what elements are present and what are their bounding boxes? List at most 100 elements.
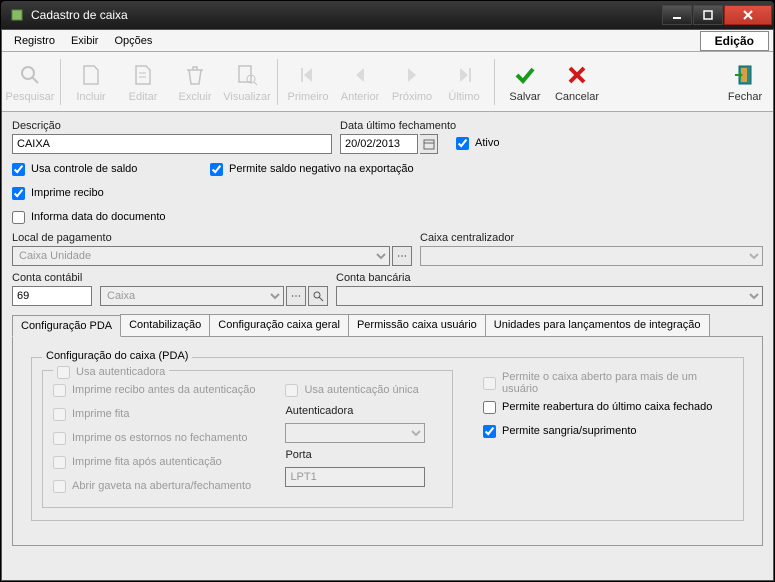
descricao-input[interactable]	[12, 134, 332, 154]
door-icon	[731, 61, 759, 89]
permite-reabertura-checkbox[interactable]	[483, 401, 496, 414]
menu-registro[interactable]: Registro	[6, 32, 63, 50]
edit-icon	[129, 61, 157, 89]
close-button[interactable]	[724, 5, 772, 25]
anterior-button[interactable]: Anterior	[334, 54, 386, 110]
porta-label: Porta	[285, 449, 425, 461]
tabs: Configuração PDA Contabilização Configur…	[12, 314, 763, 337]
caixa-central-label: Caixa centralizador	[420, 232, 763, 244]
tbtn-label: Anterior	[341, 91, 380, 103]
calendar-icon	[423, 138, 435, 150]
usa-autenticadora-label: Usa autenticadora	[76, 366, 165, 378]
data-ult-input[interactable]	[340, 134, 418, 154]
permite-reabertura-label: Permite reabertura do último caixa fecha…	[502, 401, 712, 413]
permite-saldo-neg-checkbox[interactable]	[210, 163, 223, 176]
permite-caixa-aberto-label: Permite o caixa aberto para mais de um u…	[502, 371, 733, 395]
conta-contabil-label: Conta contábil	[12, 272, 92, 284]
imprime-recibo-checkbox[interactable]	[12, 187, 25, 200]
informa-data-doc-checkbox[interactable]	[12, 211, 25, 224]
tab-unidades-integracao[interactable]: Unidades para lançamentos de integração	[485, 314, 710, 336]
new-doc-icon	[77, 61, 105, 89]
permite-sangria-checkbox[interactable]	[483, 425, 496, 438]
tab-permissao-caixa-usuario[interactable]: Permissão caixa usuário	[348, 314, 486, 336]
ultimo-button[interactable]: Último	[438, 54, 490, 110]
autenticadora-label: Autenticadora	[285, 405, 425, 417]
tbtn-label: Último	[448, 91, 479, 103]
tbtn-label: Visualizar	[223, 91, 271, 103]
imprime-estornos-label: Imprime os estornos no fechamento	[72, 432, 247, 444]
conta-contabil-num-input[interactable]	[12, 286, 92, 306]
tab-config-caixa-geral[interactable]: Configuração caixa geral	[209, 314, 349, 336]
imprime-fita-label: Imprime fita	[72, 408, 129, 420]
usa-autenticadora-checkbox	[57, 366, 70, 379]
porta-input	[285, 467, 425, 487]
group-usa-autenticadora: Usa autenticadora Imprime recibo antes d…	[42, 370, 453, 508]
permite-saldo-neg-label: Permite saldo negativo na exportação	[229, 163, 414, 175]
fechar-button[interactable]: Fechar	[719, 54, 771, 110]
excluir-button[interactable]: Excluir	[169, 54, 221, 110]
search-icon	[16, 61, 44, 89]
search-small-icon	[312, 290, 324, 302]
cancelar-button[interactable]: Cancelar	[551, 54, 603, 110]
conta-contabil-search-button[interactable]	[308, 286, 328, 306]
tab-panel-config-pda: Configuração do caixa (PDA) Usa autentic…	[12, 337, 763, 546]
tbtn-label: Incluir	[76, 91, 105, 103]
tbtn-label: Cancelar	[555, 91, 599, 103]
last-icon	[450, 61, 478, 89]
permite-sangria-label: Permite sangria/suprimento	[502, 425, 637, 437]
maximize-button[interactable]	[693, 5, 723, 25]
conta-bancaria-select[interactable]	[336, 286, 763, 306]
imprime-fita-apos-label: Imprime fita após autenticação	[72, 456, 222, 468]
autenticadora-select	[285, 423, 425, 443]
conta-contabil-select[interactable]: Caixa	[100, 286, 284, 306]
minimize-button[interactable]	[662, 5, 692, 25]
primeiro-button[interactable]: Primeiro	[282, 54, 334, 110]
group-config-caixa-pda: Configuração do caixa (PDA) Usa autentic…	[31, 357, 744, 521]
pesquisar-button[interactable]: Pesquisar	[4, 54, 56, 110]
usa-aut-unica-checkbox	[285, 384, 298, 397]
tbtn-label: Pesquisar	[6, 91, 55, 103]
tbtn-label: Salvar	[509, 91, 540, 103]
salvar-button[interactable]: Salvar	[499, 54, 551, 110]
editar-button[interactable]: Editar	[117, 54, 169, 110]
menu-exibir[interactable]: Exibir	[63, 32, 107, 50]
proximo-button[interactable]: Próximo	[386, 54, 438, 110]
toolbar: Pesquisar Incluir Editar Excluir Visuali…	[2, 52, 773, 112]
x-icon	[563, 61, 591, 89]
tab-config-pda[interactable]: Configuração PDA	[12, 315, 121, 337]
informa-data-doc-label: Informa data do documento	[31, 211, 166, 223]
preview-icon	[233, 61, 261, 89]
tbtn-label: Excluir	[178, 91, 211, 103]
imprime-recibo-label: Imprime recibo	[31, 187, 104, 199]
conta-contabil-ellipsis-button[interactable]: ⋯	[286, 286, 306, 306]
usa-controle-saldo-checkbox[interactable]	[12, 163, 25, 176]
ativo-checkbox[interactable]	[456, 137, 469, 150]
titlebar: Cadastro de caixa	[1, 1, 774, 29]
tab-contabilizacao[interactable]: Contabilização	[120, 314, 210, 336]
checkmark-icon	[511, 61, 539, 89]
app-icon	[9, 7, 25, 23]
inner-group-title: Usa autenticadora	[53, 363, 169, 381]
form-area: Descrição Data último fechamento Ativo	[2, 112, 773, 580]
abrir-gaveta-label: Abrir gaveta na abertura/fechamento	[72, 480, 251, 492]
incluir-button[interactable]: Incluir	[65, 54, 117, 110]
date-picker-button[interactable]	[420, 134, 438, 154]
local-pag-ellipsis-button[interactable]: ⋯	[392, 246, 412, 266]
menubar: Registro Exibir Opções Edição	[2, 30, 773, 52]
first-icon	[294, 61, 322, 89]
caixa-central-select	[420, 246, 763, 266]
imprime-estornos-checkbox	[53, 432, 66, 445]
ativo-label: Ativo	[475, 137, 499, 149]
tbtn-label: Próximo	[392, 91, 432, 103]
local-pag-select[interactable]: Caixa Unidade	[12, 246, 390, 266]
usa-controle-saldo-label: Usa controle de saldo	[31, 163, 137, 175]
visualizar-button[interactable]: Visualizar	[221, 54, 273, 110]
prev-icon	[346, 61, 374, 89]
edicao-badge: Edição	[700, 31, 769, 51]
imprime-fita-apos-checkbox	[53, 456, 66, 469]
usa-aut-unica-label: Usa autenticação única	[304, 384, 418, 396]
abrir-gaveta-checkbox	[53, 480, 66, 493]
menu-opcoes[interactable]: Opções	[106, 32, 160, 50]
group-title: Configuração do caixa (PDA)	[42, 350, 192, 362]
tbtn-label: Editar	[129, 91, 158, 103]
